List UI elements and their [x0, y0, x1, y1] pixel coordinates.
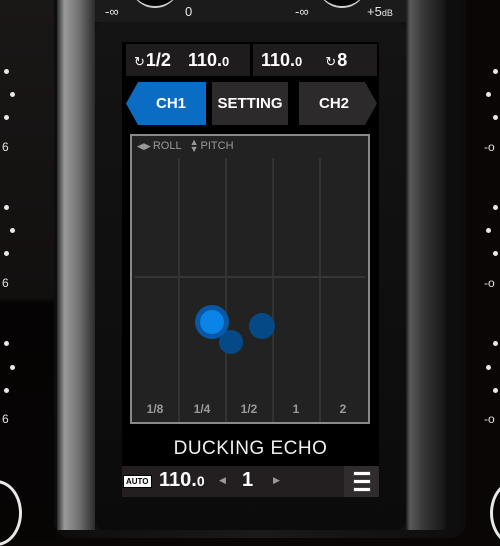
grid-line — [319, 158, 321, 422]
tab-setting[interactable]: SETTING — [212, 82, 288, 125]
bpm-dec: 0 — [196, 473, 205, 489]
xy-touch-pad[interactable]: ◀▶ ROLL ▲ ▼ PITCH 1/8 1/4 1/2 1 2 — [130, 134, 370, 424]
knob-tick — [486, 365, 491, 370]
effect-parameter-row: AUTO 110.0 ◀ 1 ▶ — [122, 466, 379, 497]
knob-tick — [10, 228, 15, 233]
beat-prev-icon[interactable]: ◀ — [219, 475, 226, 486]
beat-value: 1/2 — [145, 50, 171, 70]
knob-tick — [4, 341, 9, 346]
level-knob-right[interactable] — [317, 0, 367, 8]
knob-scale-label: -o — [484, 412, 495, 426]
bpm-int: 110. — [159, 469, 197, 491]
knob-tick — [493, 115, 498, 120]
effect-name: DUCKING ECHO — [173, 438, 328, 459]
knob-scale-label: 6 — [2, 276, 9, 290]
beat-next-icon[interactable]: ▶ — [273, 475, 280, 486]
tab-ch1[interactable]: CH1 — [126, 82, 206, 125]
x-axis-label: ROLL — [152, 140, 182, 152]
grid-line — [225, 158, 227, 422]
channel-tabs: CH1 SETTING CH2 — [122, 80, 379, 126]
menu-button[interactable] — [344, 466, 379, 497]
grid-line — [178, 158, 180, 422]
knob-tick — [493, 69, 498, 74]
bpm-int: 110. — [261, 50, 296, 70]
frame-bevel-right — [406, 0, 446, 530]
knob-scale-label: 6 — [2, 412, 9, 426]
bpm-int: 110. — [187, 50, 222, 70]
knob-tick — [486, 228, 491, 233]
knob-tick — [10, 365, 15, 370]
knob-tick — [493, 251, 498, 256]
bpm-bar: ↻1/2 110.0 110.0 ↻8 — [122, 42, 379, 78]
beat-label: 1/2 — [240, 402, 258, 416]
beat-label: 1 — [292, 402, 300, 416]
loop-icon: ↻ — [134, 54, 145, 69]
deck-left-info: ↻1/2 110.0 — [126, 44, 250, 76]
knob-max-label: 0 — [185, 4, 193, 19]
effect-display: ↻1/2 110.0 110.0 ↻8 CH1 SETTING CH2 ◀▶ R… — [122, 42, 379, 497]
touch-point-core — [200, 310, 224, 334]
beat-label: 2 — [339, 402, 347, 416]
menu-icon-bar — [352, 479, 371, 484]
tab-ch2[interactable]: CH2 — [299, 82, 377, 125]
left-channel-panel: 6 6 6 — [0, 0, 56, 546]
effect-bpm: 110.0 — [159, 469, 205, 492]
knob-max-value: +5 — [367, 4, 382, 19]
auto-badge[interactable]: AUTO — [123, 475, 152, 488]
deck-right-info: 110.0 ↻8 — [253, 44, 377, 76]
beat-value: 8 — [337, 50, 348, 70]
jog-knob[interactable] — [490, 480, 500, 546]
knob-tick — [4, 388, 9, 393]
knob-scale-label: -o — [484, 140, 495, 154]
touch-point-selected[interactable] — [195, 305, 229, 339]
knob-unit: dB — [381, 8, 393, 18]
knob-tick — [486, 92, 491, 97]
knob-min-label: -∞ — [295, 4, 309, 19]
knob-tick — [4, 251, 9, 256]
menu-icon-bar — [352, 471, 371, 476]
left-right-arrows-icon: ◀▶ — [137, 140, 151, 151]
grid-line — [272, 158, 274, 422]
bpm-value: 110.0 — [188, 50, 229, 70]
up-down-arrows-icon: ▲ ▼ — [189, 137, 199, 154]
knob-max-label: +5dB — [367, 4, 393, 19]
knob-tick — [4, 115, 9, 120]
jog-knob[interactable] — [0, 480, 22, 546]
menu-icon-bar — [352, 487, 371, 492]
beat-label: 1/4 — [193, 402, 211, 416]
knob-min-label: -∞ — [105, 4, 119, 19]
touch-trail-point — [249, 313, 275, 339]
bpm-value: 110.0 — [261, 50, 302, 70]
loop-icon: ↻ — [325, 54, 337, 69]
knob-tick — [4, 69, 9, 74]
pad-axis-legend: ◀▶ ROLL ▲ ▼ PITCH — [137, 137, 234, 154]
knob-scale-label: 6 — [2, 140, 9, 154]
grid-line — [135, 276, 365, 278]
knob-tick — [493, 341, 498, 346]
effect-beat-value: 1 — [242, 469, 254, 491]
bpm-dec: 0 — [222, 54, 230, 69]
top-knob-strip: -∞ 0 -∞ +5dB — [95, 0, 406, 22]
knob-scale-label: -o — [484, 276, 495, 290]
knob-tick — [4, 205, 9, 210]
knob-tick — [493, 205, 498, 210]
beat-label: 1/8 — [146, 402, 164, 416]
knob-tick — [10, 92, 15, 97]
level-knob-left[interactable] — [130, 0, 180, 8]
frame-bevel-left — [57, 0, 95, 530]
y-axis-label: PITCH — [200, 140, 234, 152]
knob-tick — [493, 388, 498, 393]
bpm-dec: 0 — [295, 54, 303, 69]
